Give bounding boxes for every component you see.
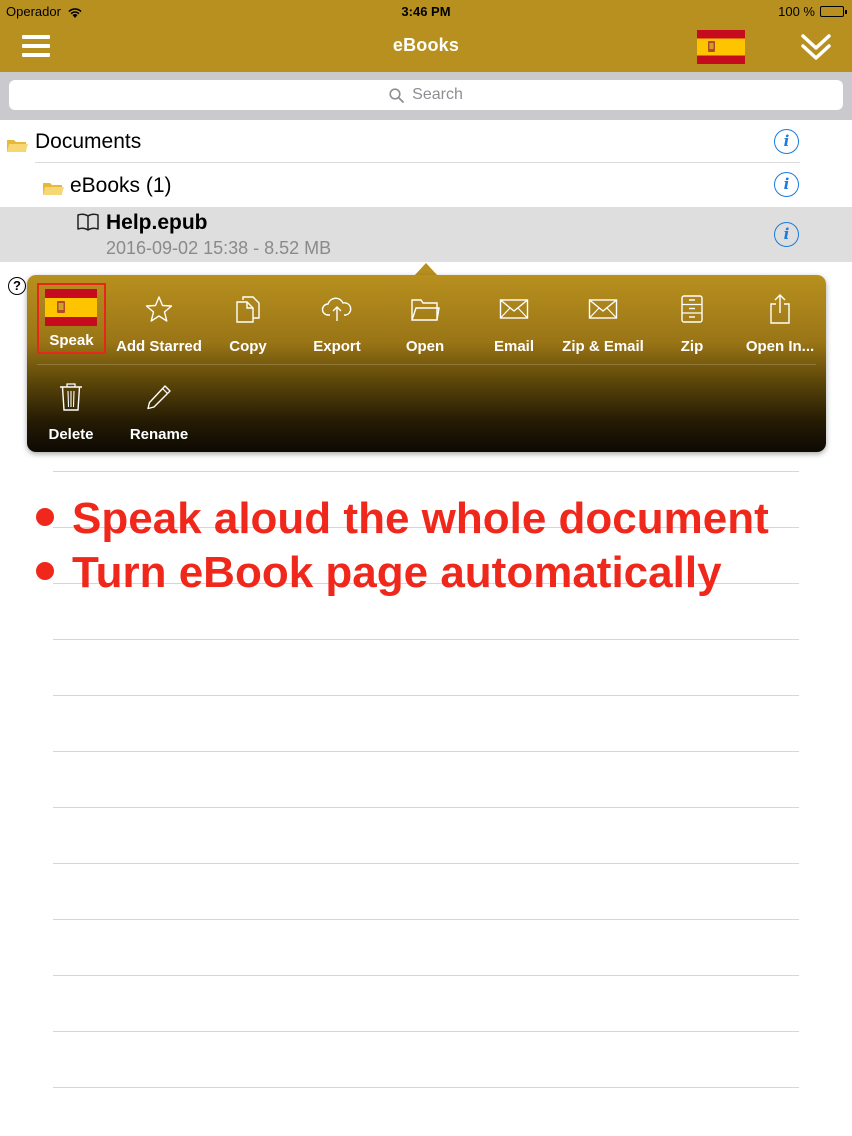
row-separator: [53, 863, 799, 864]
row-separator: [53, 695, 799, 696]
annotation-text: Speak aloud the whole document: [72, 494, 769, 543]
battery-label: 100 %: [778, 4, 815, 19]
open-in-label: Open In...: [745, 338, 815, 355]
folder-icon: [43, 183, 64, 195]
status-bar: Operador 3:46 PM 100 %: [0, 0, 852, 24]
info-icon[interactable]: i: [774, 172, 799, 197]
folder-label-ebooks: eBooks (1): [70, 174, 172, 197]
delete-button[interactable]: Delete: [26, 380, 116, 443]
open-label: Open: [405, 338, 445, 355]
search-placeholder: Search: [412, 86, 463, 103]
status-time: 3:46 PM: [401, 4, 451, 19]
battery-icon: [820, 6, 847, 17]
search-input[interactable]: Search: [9, 80, 843, 110]
cloud-upload-icon: [321, 297, 352, 321]
zip-label: Zip: [680, 338, 704, 355]
row-separator: [53, 471, 799, 472]
row-separator: [53, 919, 799, 920]
book-icon: [77, 213, 99, 231]
rename-button[interactable]: Rename: [114, 380, 204, 443]
annotation-item: Turn eBook page automatically: [36, 546, 769, 600]
info-icon[interactable]: i: [774, 129, 799, 154]
speak-label: Speak: [49, 332, 94, 349]
pencil-icon: [147, 385, 171, 410]
email-button[interactable]: Email: [469, 292, 559, 355]
row-separator: [53, 751, 799, 752]
row-separator: [53, 807, 799, 808]
add-starred-button[interactable]: Add Starred: [114, 292, 204, 355]
envelope-icon: [499, 299, 529, 319]
annotation-item: Speak aloud the whole document: [36, 492, 769, 546]
zip-email-label: Zip & Email: [562, 338, 644, 355]
rename-label: Rename: [129, 426, 189, 443]
battery-indicator: 100 %: [778, 4, 847, 19]
folder-open-icon: [411, 299, 440, 321]
envelope-icon: [588, 299, 618, 319]
bullet-dot: [36, 508, 54, 527]
feature-annotations: Speak aloud the whole document Turn eBoo…: [36, 492, 769, 600]
search-icon: [389, 87, 405, 103]
copy-label: Copy: [229, 338, 267, 355]
folder-label-documents: Documents: [35, 130, 142, 153]
star-icon: [145, 296, 173, 322]
zip-button[interactable]: Zip: [647, 292, 737, 355]
zip-email-button[interactable]: Zip & Email: [558, 292, 648, 355]
file-name: Help.epub: [106, 211, 208, 234]
copy-icon: [236, 296, 260, 323]
file-meta: 2016-09-02 15:38 - 8.52 MB: [106, 238, 332, 258]
row-separator: [35, 162, 800, 163]
open-in-button[interactable]: Open In...: [735, 292, 825, 355]
spain-flag-icon[interactable]: [697, 30, 745, 64]
info-icon[interactable]: i: [774, 222, 799, 247]
open-button[interactable]: Open: [380, 292, 470, 355]
double-chevron-down-icon[interactable]: [800, 32, 832, 62]
email-label: Email: [493, 338, 535, 355]
folder-icon: [7, 140, 28, 152]
bullet-dot: [36, 562, 54, 581]
help-icon[interactable]: ?: [8, 277, 26, 295]
row-separator: [53, 639, 799, 640]
export-label: Export: [313, 338, 361, 355]
search-bar: Search: [0, 72, 852, 120]
annotation-text: Turn eBook page automatically: [72, 548, 722, 597]
trash-icon: [60, 383, 82, 411]
popover-divider: [37, 364, 816, 365]
row-separator: [53, 1087, 799, 1088]
spain-flag-icon: [45, 289, 97, 326]
copy-button[interactable]: Copy: [203, 292, 293, 355]
export-button[interactable]: Export: [292, 292, 382, 355]
row-separator: [53, 1031, 799, 1032]
row-separator: [53, 975, 799, 976]
cabinet-icon: [681, 295, 703, 323]
navigation-bar: Operador 3:46 PM 100 % eBooks: [0, 0, 852, 72]
add-starred-label: Add Starred: [116, 338, 202, 355]
delete-label: Delete: [48, 426, 94, 443]
share-icon: [770, 294, 790, 324]
